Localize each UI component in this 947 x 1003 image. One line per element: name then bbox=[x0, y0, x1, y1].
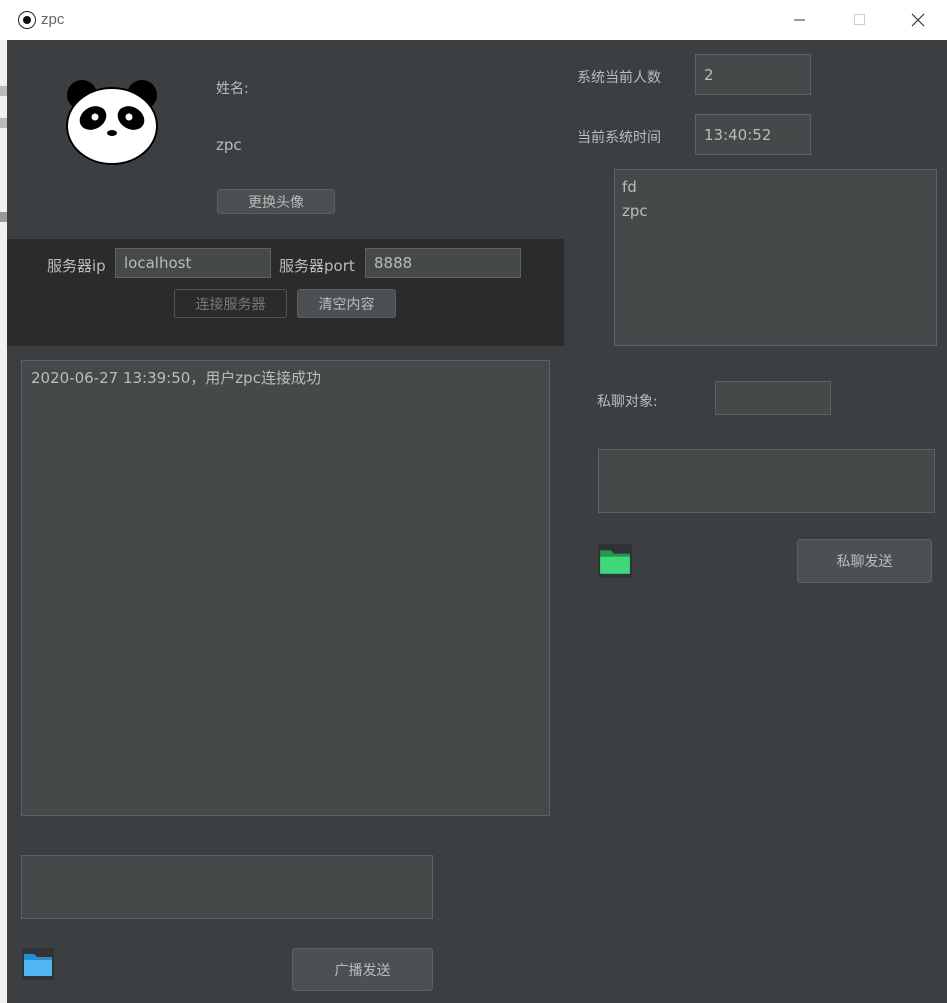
user-list[interactable]: fd zpc bbox=[614, 169, 937, 346]
minimize-button[interactable] bbox=[770, 0, 830, 40]
user-list-item[interactable]: zpc bbox=[622, 199, 929, 223]
user-list-item[interactable]: fd bbox=[622, 175, 929, 199]
close-icon bbox=[911, 13, 925, 27]
server-port-input[interactable]: 8888 bbox=[365, 248, 521, 278]
title-bar: zpc bbox=[0, 0, 947, 40]
avatar bbox=[60, 78, 164, 168]
private-send-button[interactable]: 私聊发送 bbox=[797, 539, 932, 583]
blue-folder-icon bbox=[22, 948, 54, 980]
server-ip-label: 服务器ip bbox=[47, 257, 106, 275]
system-time-label: 当前系统时间 bbox=[577, 130, 661, 146]
minimize-icon bbox=[794, 19, 805, 21]
online-count-label: 系统当前人数 bbox=[577, 70, 661, 86]
message-log[interactable]: 2020-06-27 13:39:50，用户zpc连接成功 bbox=[21, 360, 550, 816]
log-line: 2020-06-27 13:39:50，用户zpc连接成功 bbox=[31, 369, 321, 387]
green-folder-icon bbox=[598, 544, 632, 578]
private-message-input[interactable] bbox=[598, 449, 935, 513]
system-time-field: 13:40:52 bbox=[695, 114, 811, 155]
private-target-input[interactable] bbox=[715, 381, 831, 415]
close-button[interactable] bbox=[888, 0, 947, 40]
window-title: zpc bbox=[41, 11, 65, 28]
private-folder-icon[interactable] bbox=[598, 544, 632, 578]
name-label: 姓名: bbox=[216, 81, 249, 97]
private-target-label: 私聊对象: bbox=[597, 394, 658, 410]
online-count-field: 2 bbox=[695, 54, 811, 95]
broadcast-send-button[interactable]: 广播发送 bbox=[292, 948, 433, 991]
folder-icon[interactable] bbox=[22, 948, 54, 980]
panda-avatar-icon bbox=[66, 80, 158, 165]
change-avatar-button[interactable]: 更换头像 bbox=[217, 189, 335, 214]
maximize-icon bbox=[854, 14, 865, 25]
name-value: zpc bbox=[216, 136, 242, 154]
maximize-button[interactable] bbox=[830, 0, 890, 40]
server-port-label: 服务器port bbox=[279, 257, 355, 275]
server-ip-input[interactable]: localhost bbox=[115, 248, 271, 278]
broadcast-input[interactable] bbox=[21, 855, 433, 919]
background-window-edge bbox=[0, 40, 7, 1003]
app-icon bbox=[18, 11, 36, 29]
clear-content-button[interactable]: 清空内容 bbox=[297, 289, 396, 318]
connect-server-button[interactable]: 连接服务器 bbox=[174, 289, 287, 318]
